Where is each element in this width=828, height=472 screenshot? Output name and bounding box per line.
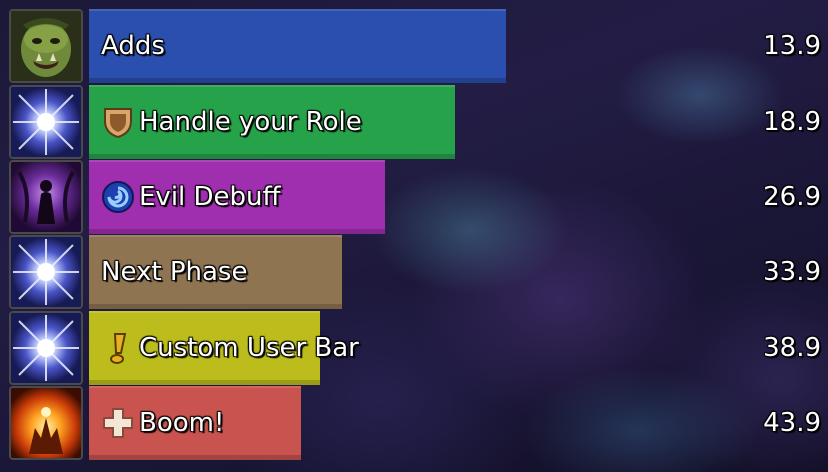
exclamation-icon [101, 331, 135, 365]
fire-explosion-icon [9, 386, 83, 460]
timer-bar-label: Handle your Role [101, 85, 362, 159]
tank-shield-icon [101, 105, 135, 139]
timer-bar-label: Adds [101, 31, 165, 61]
blue-swirl-icon [101, 180, 135, 214]
timer-bar-label: Next Phase [101, 257, 248, 287]
timer-bar-label: Boom! [101, 386, 224, 460]
shadow-figure-icon [9, 160, 83, 234]
timer-bar-label: Evil Debuff [101, 160, 280, 234]
timer-bar-custom-user-bar: Custom User Bar 38.9 [9, 311, 821, 385]
timer-bar-countdown: 13.9 [763, 31, 821, 61]
timer-bar-countdown: 33.9 [763, 257, 821, 287]
timer-bar-next-phase: Next Phase 33.9 [9, 235, 821, 309]
timer-bar-countdown: 43.9 [763, 408, 821, 438]
timer-bar-label: Custom User Bar [101, 311, 359, 385]
orc-face-icon [9, 9, 83, 83]
timer-bar-handle-your-role: Handle your Role 18.9 [9, 85, 821, 159]
timer-bar-evil-debuff: Evil Debuff 26.9 [9, 160, 821, 234]
timer-bar-countdown: 38.9 [763, 333, 821, 363]
timer-bar-adds: Adds 13.9 [9, 9, 821, 83]
arcane-starburst-icon [9, 235, 83, 309]
healer-cross-icon [101, 406, 135, 440]
timer-bar-boom: Boom! 43.9 [9, 386, 821, 460]
arcane-starburst-icon [9, 85, 83, 159]
timer-bar-countdown: 18.9 [763, 107, 821, 137]
arcane-starburst-icon [9, 311, 83, 385]
boss-timer-display: Adds 13.9 Handle your Role 18.9 Evil Deb… [0, 0, 828, 472]
timer-bar-countdown: 26.9 [763, 182, 821, 212]
